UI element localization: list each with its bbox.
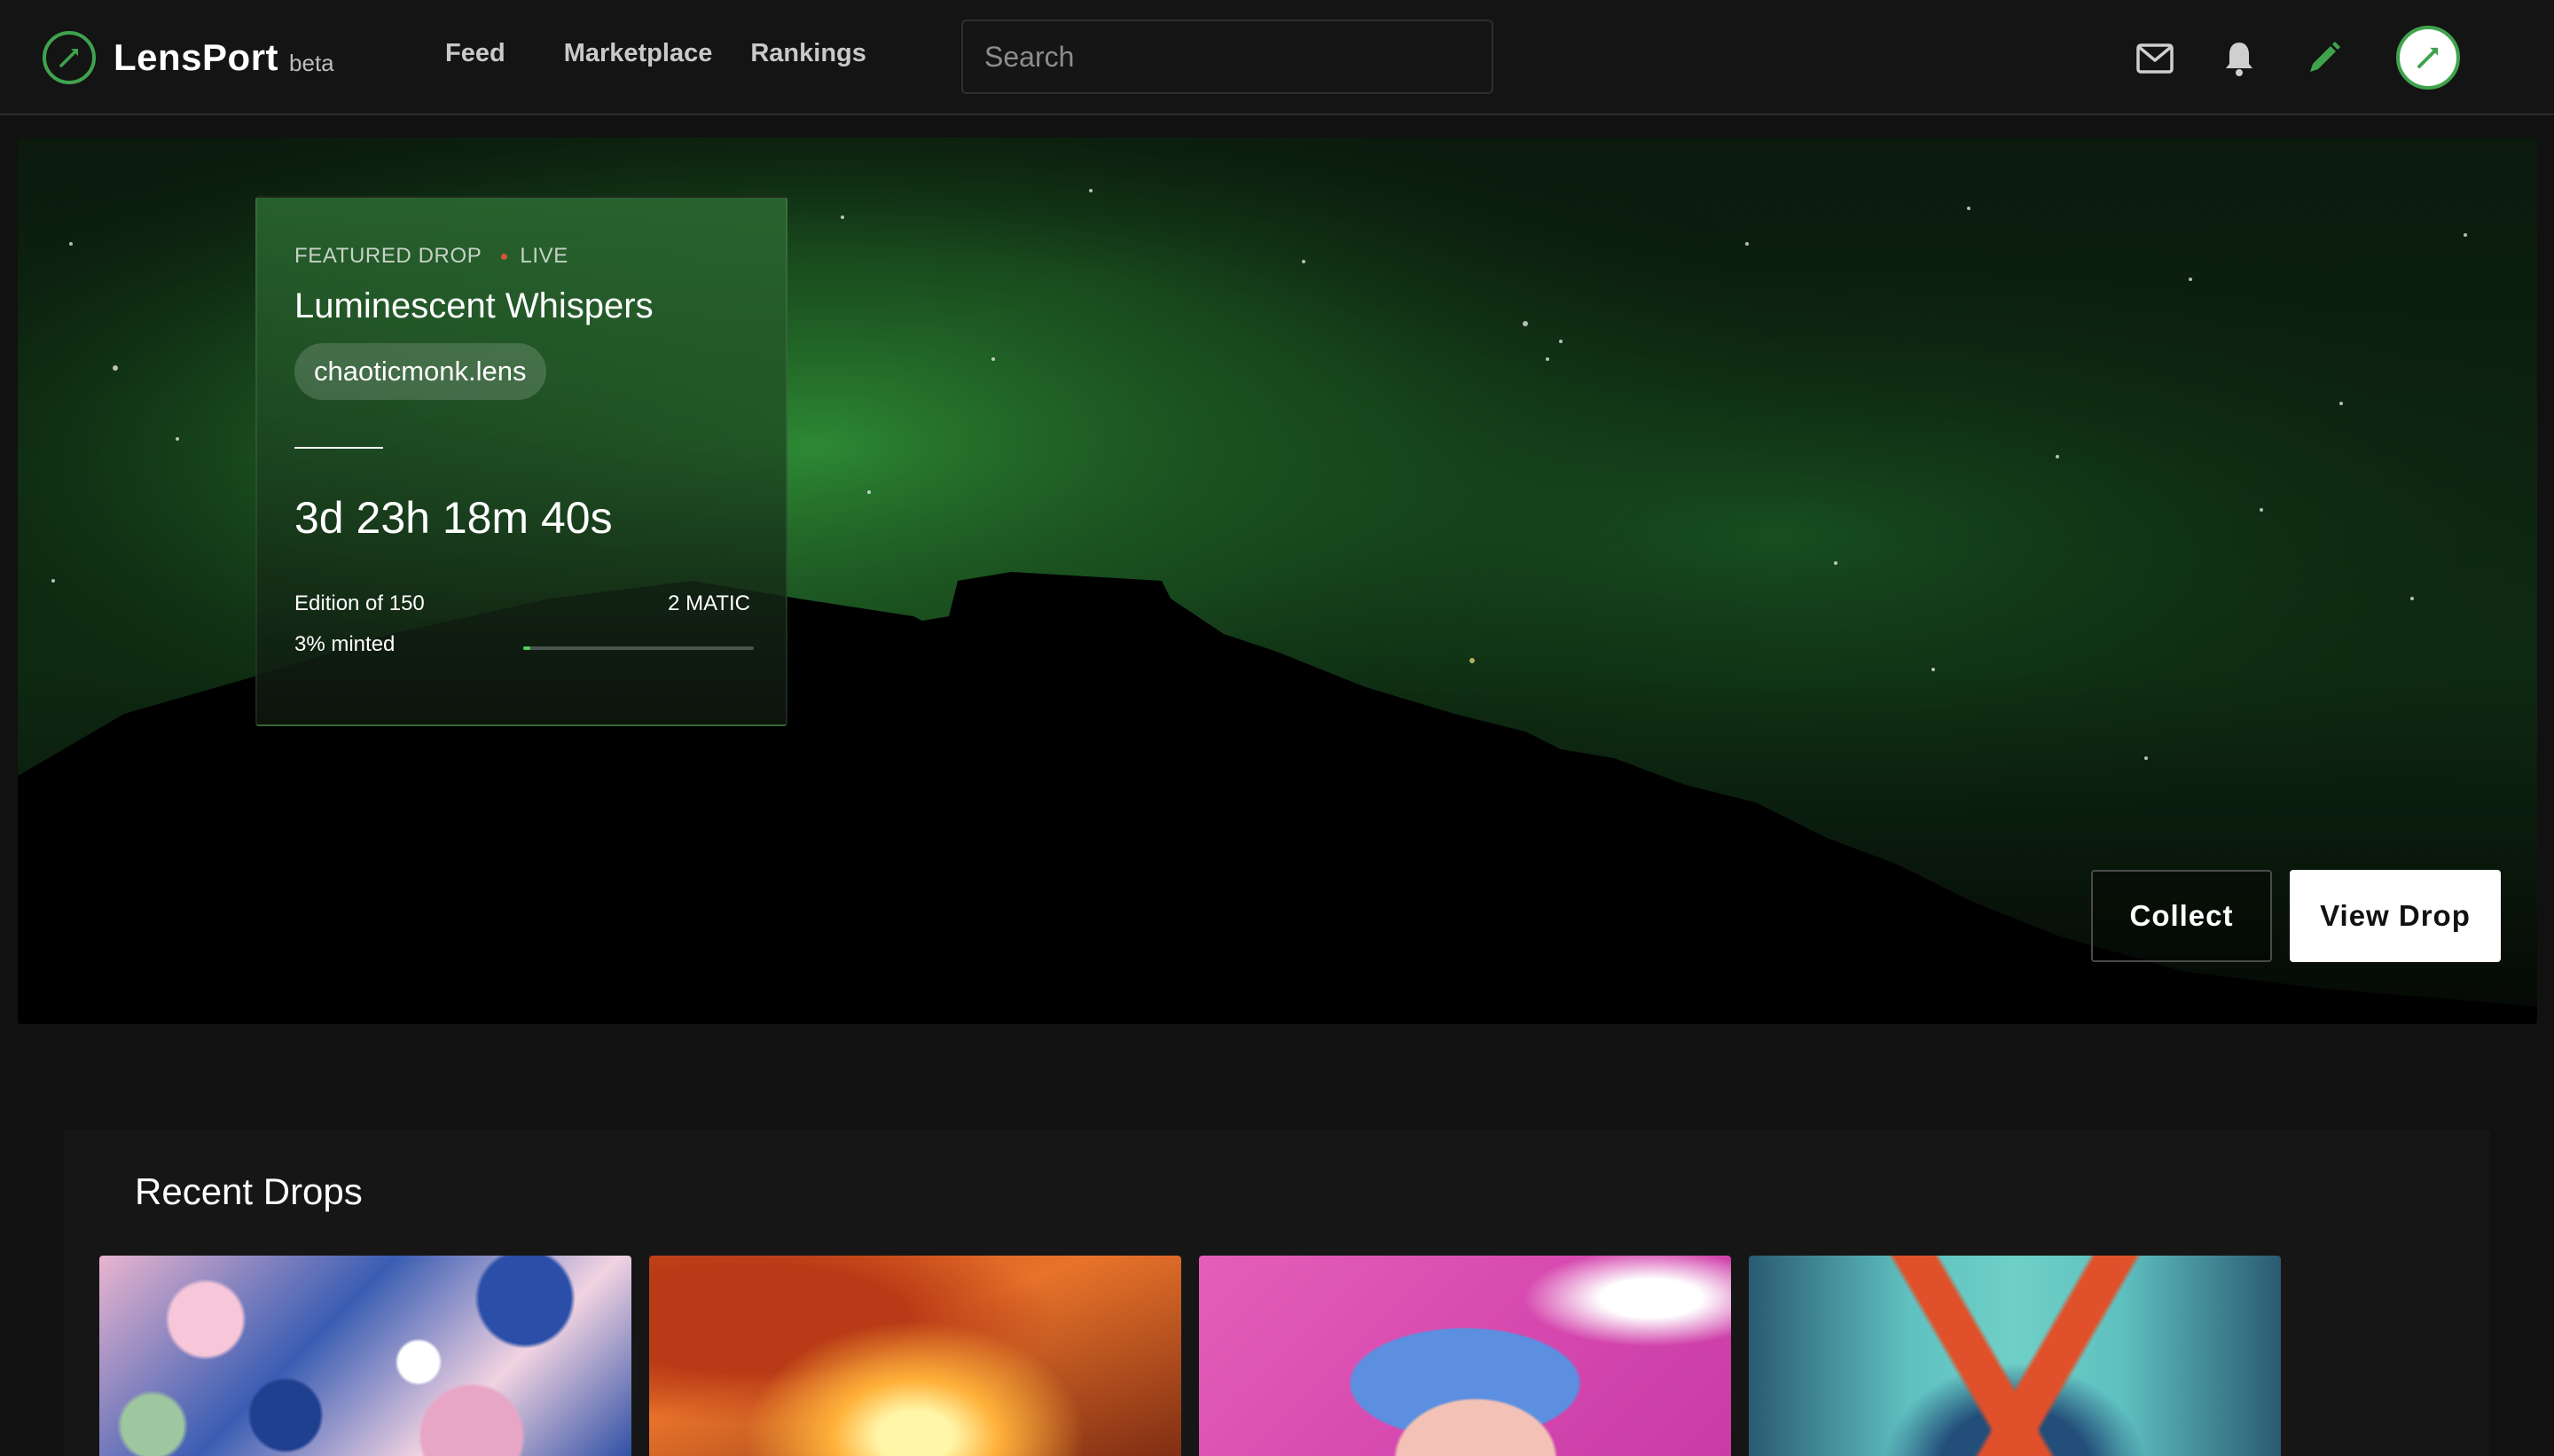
collect-button[interactable]: Collect bbox=[2091, 870, 2272, 962]
creator-handle[interactable]: chaoticmonk.lens bbox=[294, 343, 546, 400]
featured-drop-card[interactable]: FEATURED DROP LIVE Luminescent Whispers … bbox=[255, 196, 787, 726]
minted-label: 3% minted bbox=[294, 632, 396, 656]
mail-icon[interactable] bbox=[2128, 32, 2182, 85]
main-nav: Feed Marketplace Rankings bbox=[445, 39, 925, 68]
card-divider bbox=[294, 447, 383, 449]
live-dot-icon bbox=[501, 253, 508, 260]
drop-title: Luminescent Whispers bbox=[294, 286, 654, 325]
featured-label: FEATURED DROP bbox=[294, 244, 482, 268]
search-input[interactable] bbox=[961, 20, 1493, 94]
top-header: LensPort beta Feed Marketplace Rankings bbox=[0, 0, 2554, 115]
avatar[interactable] bbox=[2396, 26, 2460, 90]
drop-price: 2 MATIC bbox=[668, 591, 750, 615]
nav-rankings[interactable]: Rankings bbox=[750, 39, 866, 68]
recent-drops-section: Recent Drops bbox=[64, 1130, 2490, 1456]
live-status: LIVE bbox=[520, 244, 568, 268]
countdown-timer: 3d 23h 18m 40s bbox=[294, 493, 613, 543]
beta-badge: beta bbox=[289, 49, 334, 76]
recent-drop-card[interactable] bbox=[649, 1256, 1181, 1456]
recent-drop-card[interactable] bbox=[1199, 1256, 1731, 1456]
minted-progress-bar bbox=[523, 646, 754, 650]
app-logo[interactable]: LensPort beta bbox=[43, 31, 334, 84]
app-name: LensPort bbox=[114, 36, 279, 78]
recent-drop-card[interactable] bbox=[99, 1256, 631, 1456]
featured-drop-banner: FEATURED DROP LIVE Luminescent Whispers … bbox=[18, 137, 2537, 1024]
nav-marketplace[interactable]: Marketplace bbox=[564, 39, 713, 68]
card-kicker: FEATURED DROP LIVE bbox=[294, 244, 568, 269]
logo-compass-icon bbox=[43, 31, 96, 84]
recent-drops-title: Recent Drops bbox=[135, 1170, 363, 1212]
edition-size: Edition of 150 bbox=[294, 591, 425, 615]
view-drop-button[interactable]: View Drop bbox=[2290, 870, 2501, 962]
pencil-icon[interactable] bbox=[2297, 32, 2350, 85]
nav-feed[interactable]: Feed bbox=[445, 39, 505, 68]
bell-icon[interactable] bbox=[2213, 32, 2266, 85]
recent-drop-card[interactable] bbox=[1749, 1256, 2281, 1456]
minted-progress-fill bbox=[523, 646, 530, 650]
